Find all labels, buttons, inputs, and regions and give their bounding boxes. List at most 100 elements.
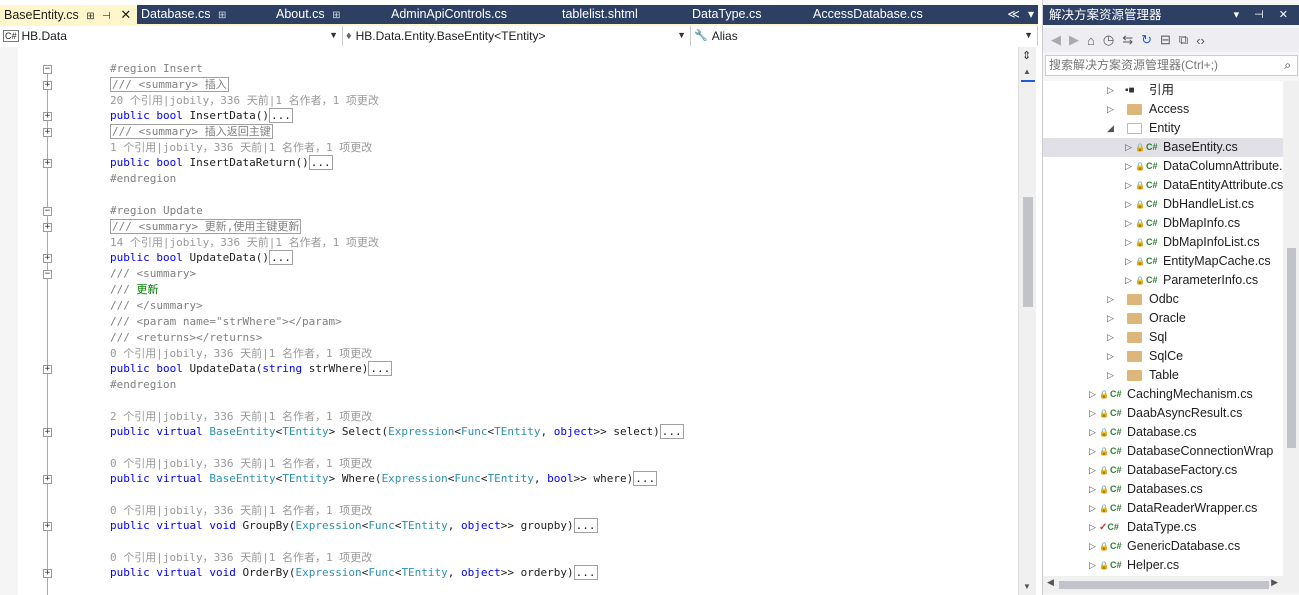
- expand-icon[interactable]: +: [43, 159, 52, 168]
- home-icon[interactable]: ⌂: [1087, 33, 1095, 48]
- expand-arrow-icon[interactable]: ▷: [1125, 195, 1132, 214]
- tab-tablelist[interactable]: tablelist.shtml: [558, 5, 688, 24]
- tab-adminapicontrols[interactable]: AdminApiControls.cs: [387, 5, 558, 24]
- pin-icon[interactable]: ⊞: [86, 11, 94, 22]
- tree-node[interactable]: ▷ Access: [1043, 100, 1283, 119]
- scroll-down-icon[interactable]: ▼: [1023, 582, 1031, 591]
- expand-arrow-icon[interactable]: ▷: [1125, 252, 1132, 271]
- tree-node[interactable]: ▷ 🔒C# DbMapInfo.cs: [1043, 214, 1283, 233]
- forward-icon[interactable]: ▶: [1069, 32, 1079, 48]
- codelens[interactable]: 0 个引用|jobily，336 天前|1 名作者，1 项更改: [110, 503, 372, 519]
- expand-arrow-icon[interactable]: ▷: [1125, 138, 1132, 157]
- tree-node[interactable]: ▷ 🔒C# DataReaderWrapper.cs: [1043, 499, 1283, 518]
- tab-about[interactable]: About.cs ⊞: [272, 5, 387, 24]
- tree-vertical-scrollbar[interactable]: [1283, 81, 1299, 576]
- scrollbar-thumb[interactable]: [1023, 197, 1033, 307]
- expand-arrow-icon[interactable]: ▷: [1125, 176, 1132, 195]
- expand-arrow-icon[interactable]: ▷: [1107, 366, 1114, 385]
- tree-node[interactable]: ▷ Sql: [1043, 328, 1283, 347]
- scroll-up-icon[interactable]: ▲: [1023, 67, 1031, 76]
- tree-node[interactable]: ▷ 🔒C# BaseEntity.cs: [1043, 138, 1283, 157]
- collapse-icon[interactable]: −: [43, 207, 52, 216]
- expand-icon[interactable]: +: [43, 128, 52, 137]
- tree-node[interactable]: ▷ 🔒C# DatabaseFactory.cs: [1043, 461, 1283, 480]
- tab-accessdatabase[interactable]: AccessDatabase.cs: [809, 5, 959, 24]
- scroll-left-icon[interactable]: ◀: [1047, 577, 1054, 588]
- expand-icon[interactable]: +: [43, 569, 52, 578]
- tree-node[interactable]: ▷ 🔒C# ParameterInfo.cs: [1043, 271, 1283, 290]
- split-window-icon[interactable]: ⇕: [1022, 49, 1031, 62]
- collapsed-body[interactable]: ...: [633, 471, 658, 486]
- tab-database[interactable]: Database.cs ⊞: [137, 5, 272, 24]
- scroll-tabs-left-icon[interactable]: ≪: [1007, 5, 1020, 24]
- tree-node[interactable]: ▷ 🔒C# DbMapInfoList.cs: [1043, 233, 1283, 252]
- tree-node[interactable]: ▷ ▪■ 引用: [1043, 81, 1283, 100]
- expand-arrow-icon[interactable]: ▷: [1089, 556, 1096, 575]
- expand-arrow-icon[interactable]: ▷: [1107, 328, 1114, 347]
- tree-node[interactable]: ▷ SqlCe: [1043, 347, 1283, 366]
- expand-arrow-icon[interactable]: ▷: [1107, 100, 1114, 119]
- tree-node[interactable]: ▷ Oracle: [1043, 309, 1283, 328]
- collapsed-body[interactable]: ...: [268, 108, 293, 123]
- tree-node[interactable]: ▷ Odbc: [1043, 290, 1283, 309]
- pin-icon[interactable]: ⊞: [218, 10, 226, 21]
- scrollbar-thumb[interactable]: [1059, 581, 1269, 589]
- collapsed-body[interactable]: ...: [368, 361, 393, 376]
- collapsed-body[interactable]: ...: [659, 424, 684, 439]
- tree-node[interactable]: ▷ 🔒C# DataColumnAttribute.cs: [1043, 157, 1283, 176]
- expand-arrow-icon[interactable]: ▷: [1107, 81, 1114, 100]
- tree-node[interactable]: ▷ 🔒C# CachingMechanism.cs: [1043, 385, 1283, 404]
- sync-icon[interactable]: ⇆: [1122, 32, 1133, 48]
- search-icon[interactable]: ⌕: [1284, 56, 1291, 75]
- tree-node[interactable]: ▷ 🔒C# DaabAsyncResult.cs: [1043, 404, 1283, 423]
- collapse-arrow-icon[interactable]: ◢: [1107, 119, 1114, 138]
- tree-node[interactable]: ▷ 🔒C# Database.cs: [1043, 423, 1283, 442]
- class-dropdown[interactable]: ♦ HB.Data.Entity.BaseEntity<TEntity> ▼: [343, 26, 691, 46]
- collapsed-summary[interactable]: /// <summary> 插入返回主键: [110, 124, 273, 139]
- codelens[interactable]: 20 个引用|jobily，336 天前|1 名作者，1 项更改: [110, 93, 379, 109]
- expand-arrow-icon[interactable]: ▷: [1089, 537, 1096, 556]
- tree-node[interactable]: ▷ 🔒C# EntityMapCache.cs: [1043, 252, 1283, 271]
- scrollbar-thumb[interactable]: [1287, 248, 1296, 448]
- panel-window-controls[interactable]: ▾ ⊣ ✕: [1234, 5, 1294, 25]
- chevron-down-icon[interactable]: ▼: [677, 26, 686, 45]
- codelens[interactable]: 1 个引用|jobily，336 天前|1 名作者，1 项更改: [110, 140, 372, 156]
- tab-list-dropdown-icon[interactable]: ▾: [1028, 5, 1034, 24]
- solution-search-input[interactable]: 搜索解决方案资源管理器(Ctrl+;) ⌕: [1045, 55, 1298, 76]
- back-icon[interactable]: ◀: [1051, 32, 1061, 48]
- expand-arrow-icon[interactable]: ▷: [1089, 480, 1096, 499]
- expand-arrow-icon[interactable]: ▷: [1089, 499, 1096, 518]
- collapsed-body[interactable]: ...: [268, 250, 293, 265]
- expand-arrow-icon[interactable]: ▷: [1107, 309, 1114, 328]
- project-dropdown[interactable]: C# HB.Data ▼: [0, 26, 343, 46]
- tab-baseentity[interactable]: BaseEntity.cs ⊞ ⊣ ✕: [0, 5, 137, 24]
- tree-horizontal-scrollbar[interactable]: ◀ ▶: [1043, 576, 1299, 593]
- expand-icon[interactable]: +: [43, 428, 52, 437]
- expand-arrow-icon[interactable]: ▷: [1125, 271, 1132, 290]
- tree-node[interactable]: ▷ ✓C# DataType.cs: [1043, 518, 1283, 537]
- collapse-icon[interactable]: −: [43, 270, 52, 279]
- chevron-down-icon[interactable]: ▼: [329, 26, 338, 45]
- pin-icon[interactable]: ⊞: [332, 10, 340, 21]
- tree-node[interactable]: ▷ 🔒C# Databases.cs: [1043, 480, 1283, 499]
- expand-arrow-icon[interactable]: ▷: [1089, 385, 1096, 404]
- expand-icon[interactable]: +: [43, 81, 52, 90]
- expand-arrow-icon[interactable]: ▷: [1125, 157, 1132, 176]
- editor-vertical-scrollbar[interactable]: ⇕ ▲ ▼: [1018, 47, 1036, 595]
- expand-arrow-icon[interactable]: ▷: [1089, 461, 1096, 480]
- collapsed-body[interactable]: ...: [573, 565, 598, 580]
- collapsed-body[interactable]: ...: [308, 155, 333, 170]
- collapsed-summary[interactable]: /// <summary> 插入: [110, 77, 229, 92]
- code-view-icon[interactable]: ‹›: [1196, 33, 1205, 48]
- tree-node[interactable]: ▷ 🔒C# DatabaseConnectionWrap: [1043, 442, 1283, 461]
- chevron-down-icon[interactable]: ▼: [1024, 26, 1033, 45]
- expand-icon[interactable]: +: [43, 365, 52, 374]
- expand-arrow-icon[interactable]: ▷: [1089, 442, 1096, 461]
- close-icon[interactable]: ✕: [120, 7, 131, 22]
- expand-icon[interactable]: +: [43, 223, 52, 232]
- expand-arrow-icon[interactable]: ▷: [1125, 233, 1132, 252]
- tree-node[interactable]: ▷ 🔒C# Helper.cs: [1043, 556, 1283, 575]
- tree-node[interactable]: ▷ 🔒C# DataEntityAttribute.cs: [1043, 176, 1283, 195]
- member-dropdown[interactable]: 🔧 Alias ▼: [691, 26, 1038, 46]
- refresh-icon[interactable]: ↻: [1141, 32, 1152, 48]
